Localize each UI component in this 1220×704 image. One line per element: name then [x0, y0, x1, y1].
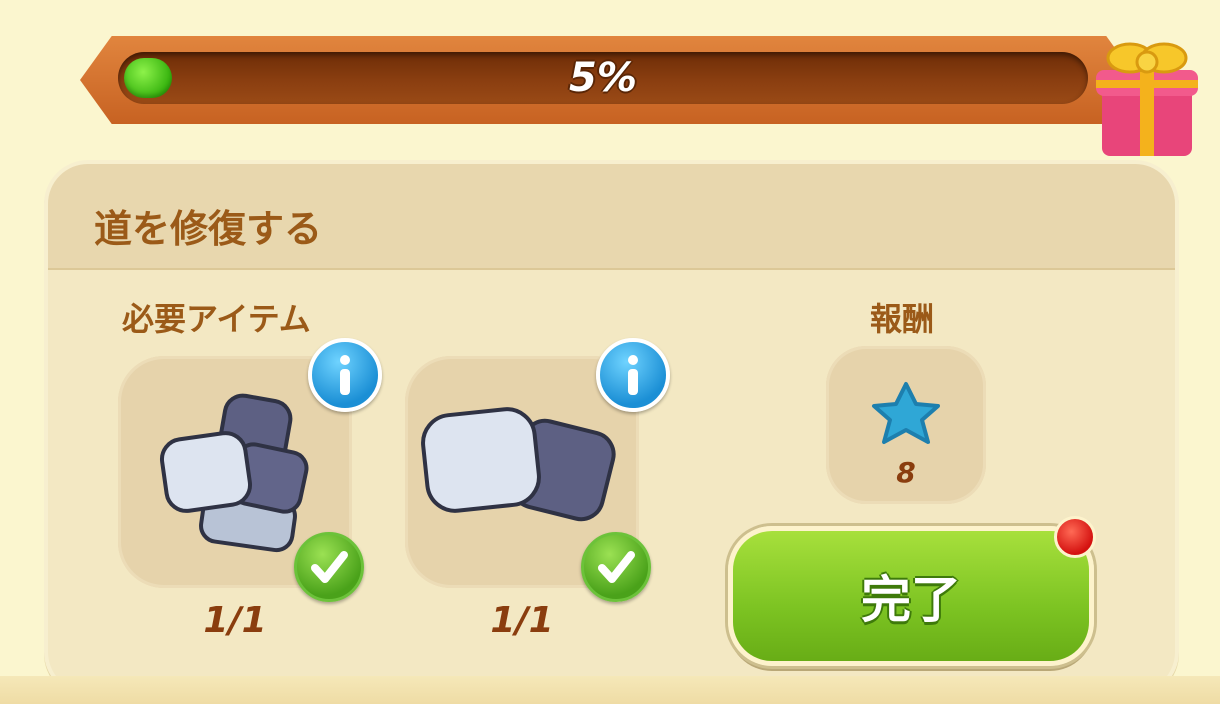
notification-dot [1054, 516, 1096, 558]
quest-title: 道を修復する [94, 207, 323, 251]
bottom-strip [0, 676, 1220, 704]
check-icon [294, 532, 364, 602]
reward-count: 8 [896, 456, 916, 489]
complete-button-label: 完了 [861, 571, 961, 629]
reward-label: 報酬 [870, 300, 935, 338]
complete-button[interactable]: 完了 [728, 526, 1094, 666]
item-count: 1/1 [203, 600, 267, 641]
info-icon[interactable] [596, 338, 670, 412]
progress-label: 5% [569, 55, 637, 101]
check-icon [581, 532, 651, 602]
blue-star-icon [872, 382, 940, 444]
reward-card[interactable]: 8 [826, 346, 986, 504]
info-glyph [340, 355, 350, 395]
required-items-label: 必要アイテム [122, 300, 311, 338]
item-count: 1/1 [490, 600, 554, 641]
panel-header: 道を修復する [48, 164, 1175, 270]
info-glyph [628, 355, 638, 395]
progress-track: 5% [118, 52, 1088, 104]
progress-bar: 5% [80, 36, 1198, 156]
info-icon[interactable] [308, 338, 382, 412]
gift-icon[interactable] [1092, 36, 1202, 160]
